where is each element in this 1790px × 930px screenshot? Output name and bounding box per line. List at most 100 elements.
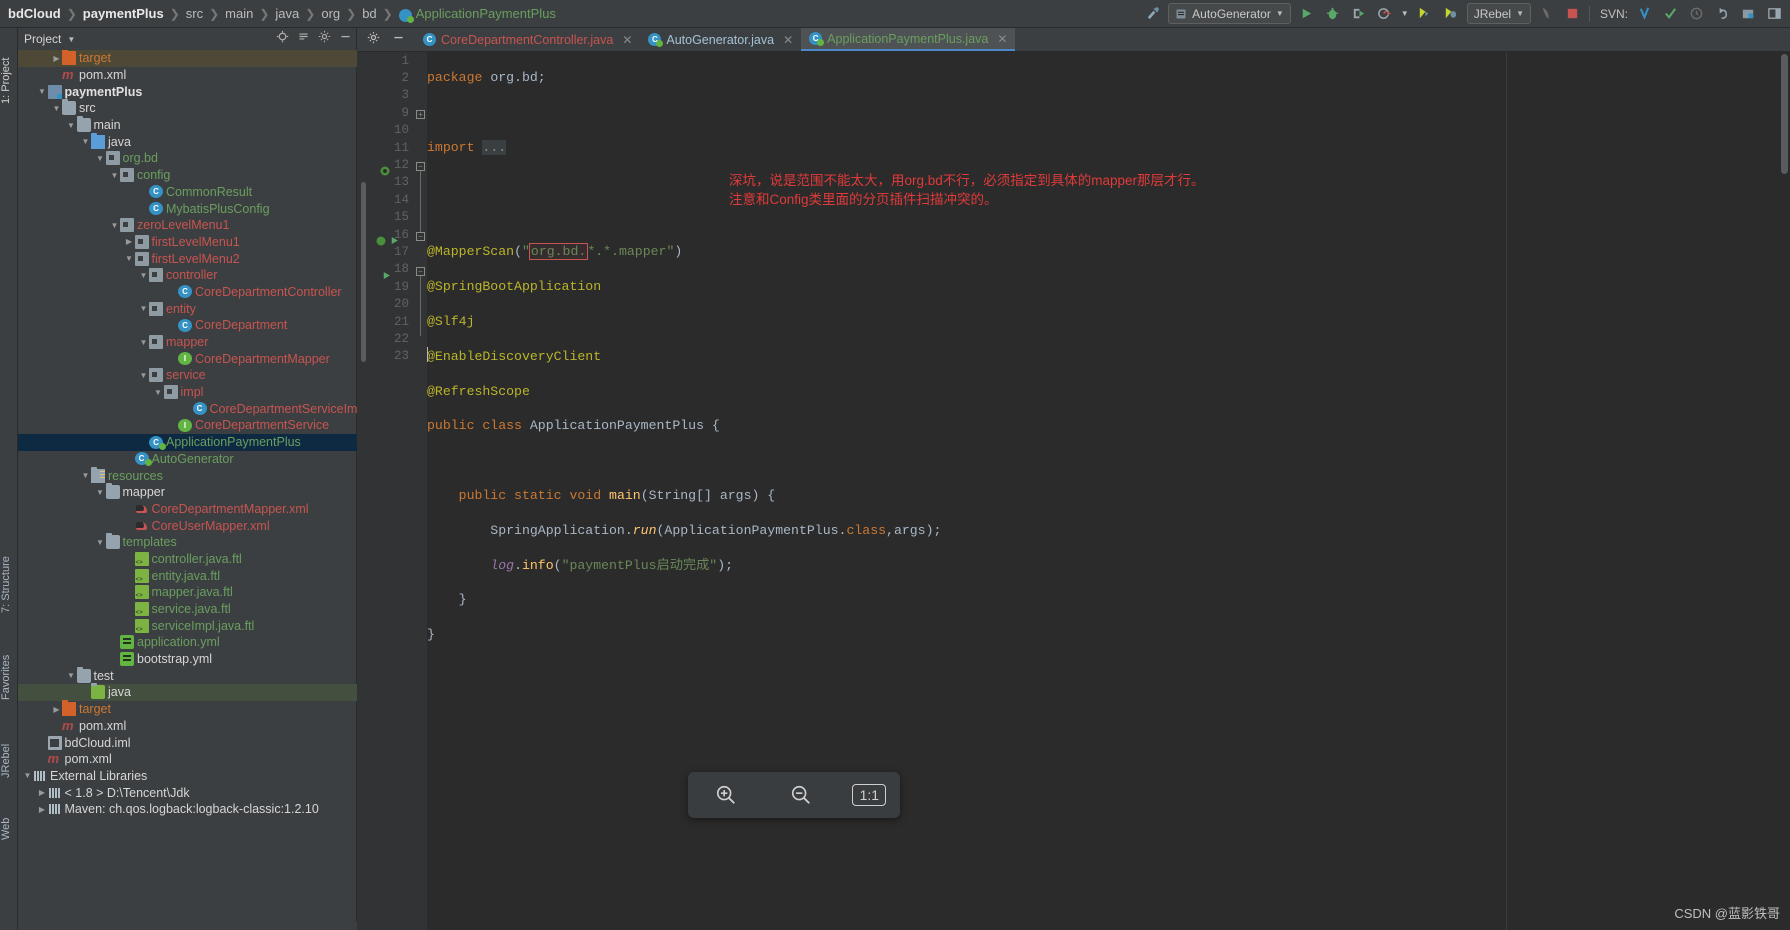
chevron-right-icon[interactable]: ▶ bbox=[37, 788, 48, 797]
tree-node[interactable]: ▼ resources bbox=[18, 466, 357, 484]
tree-node[interactable]: ▼ External Libraries bbox=[18, 768, 357, 785]
tree-node[interactable]: controller.java.ftl bbox=[18, 551, 357, 568]
chevron-down-icon[interactable]: ▼ bbox=[37, 87, 48, 96]
tree-node[interactable]: CoreDepartmentMapper.xml bbox=[18, 501, 357, 518]
chevron-right-icon[interactable]: ▶ bbox=[51, 54, 62, 63]
zoom-out-icon[interactable] bbox=[777, 779, 825, 811]
code-editor[interactable]: 1 2 3 9 10 11 12 13 14 15 16 17 18 19 20 21 22 23 bbox=[357, 52, 1790, 930]
gutter-scroll-indicator[interactable] bbox=[361, 182, 366, 362]
fold-collapse-icon[interactable] bbox=[416, 267, 425, 276]
svn-history-icon[interactable] bbox=[1686, 4, 1706, 24]
tree-node[interactable]: ▶ < 1.8 > D:\Tencent\Jdk bbox=[18, 784, 357, 801]
rail-item-web[interactable]: Web bbox=[0, 798, 18, 840]
jrebel-run-icon[interactable] bbox=[1415, 4, 1435, 24]
fold-collapse-icon[interactable] bbox=[416, 162, 425, 171]
zoom-in-icon[interactable] bbox=[702, 779, 750, 811]
chevron-down-icon[interactable]: ▼ bbox=[138, 371, 149, 380]
tree-node[interactable]: ▼ entity bbox=[18, 300, 357, 317]
tree-node[interactable]: ▼ main bbox=[18, 116, 357, 134]
tree-node[interactable]: pom.xml bbox=[18, 718, 357, 735]
breadcrumb-item-applicationpaymentplus[interactable]: ApplicationPaymentPlus bbox=[416, 6, 556, 21]
breadcrumb-item-bd[interactable]: bd bbox=[362, 6, 376, 21]
fold-collapse-icon[interactable] bbox=[416, 232, 425, 241]
tree-node[interactable]: ▼ zeroLevelMenu1 bbox=[18, 217, 357, 234]
rail-item-favorites[interactable]: Favorites bbox=[0, 628, 18, 700]
hide-icon[interactable] bbox=[339, 30, 352, 46]
chevron-right-icon[interactable]: ▶ bbox=[124, 237, 135, 246]
tree-node[interactable]: ▼ mapper bbox=[18, 483, 357, 501]
tree-node[interactable]: ▼ paymentPlus bbox=[18, 83, 357, 100]
profile-icon[interactable] bbox=[1375, 4, 1395, 24]
breadcrumb-item-org[interactable]: org bbox=[321, 6, 340, 21]
rail-item-jrebel[interactable]: JRebel bbox=[0, 718, 18, 778]
tree-node[interactable]: ▼ org.bd bbox=[18, 150, 357, 167]
chevron-down-icon[interactable]: ▼ bbox=[80, 137, 91, 146]
tree-node[interactable]: ▼ src bbox=[18, 99, 357, 117]
tree-node[interactable]: ▶ target bbox=[18, 700, 357, 718]
chevron-down-icon[interactable]: ▼ bbox=[109, 221, 120, 230]
close-icon[interactable]: ✕ bbox=[997, 32, 1007, 46]
tree-node[interactable]: AutoGenerator bbox=[18, 451, 357, 468]
tree-node[interactable]: pom.xml bbox=[18, 67, 357, 84]
tree-node[interactable]: ▼ templates bbox=[18, 533, 357, 551]
chevron-down-icon[interactable]: ▼ bbox=[51, 104, 62, 113]
spring-run-marker-icon[interactable] bbox=[375, 232, 401, 249]
chevron-down-icon[interactable]: ▼ bbox=[109, 171, 120, 180]
run-method-marker-icon[interactable] bbox=[381, 267, 407, 284]
collapse-all-icon[interactable] bbox=[297, 30, 310, 46]
chevron-down-icon[interactable]: ▼ bbox=[80, 471, 91, 480]
chevron-down-icon[interactable]: ▼ bbox=[138, 304, 149, 313]
tree-node[interactable]: ApplicationPaymentPlus bbox=[18, 433, 357, 451]
chevron-down-icon[interactable]: ▼ bbox=[22, 771, 33, 780]
tree-node[interactable]: ▶ Maven: ch.qos.logback:logback-classic:1… bbox=[18, 801, 357, 818]
tree-node[interactable]: bdCloud.iml bbox=[18, 734, 357, 751]
rail-item-structure[interactable]: 7: Structure bbox=[0, 533, 18, 613]
tree-node[interactable]: service.java.ftl bbox=[18, 601, 357, 618]
tree-node[interactable]: CoreDepartmentService bbox=[18, 417, 357, 434]
spring-bean-marker-icon[interactable] bbox=[379, 162, 405, 179]
horizontal-scrollbar[interactable] bbox=[36, 922, 375, 930]
code-folding-column[interactable] bbox=[415, 52, 427, 930]
tree-node[interactable]: ▼ firstLevelMenu2 bbox=[18, 250, 357, 267]
close-icon[interactable]: ✕ bbox=[783, 33, 793, 47]
tree-node[interactable]: java bbox=[18, 683, 357, 701]
breadcrumb-item-main[interactable]: main bbox=[225, 6, 253, 21]
debug-icon[interactable] bbox=[1323, 4, 1343, 24]
tree-node[interactable]: ▼ test bbox=[18, 666, 357, 684]
tree-node[interactable]: application.yml bbox=[18, 634, 357, 651]
tree-node[interactable]: CommonResult bbox=[18, 184, 357, 201]
chevron-down-icon[interactable]: ▼ bbox=[66, 671, 77, 680]
chevron-down-icon[interactable]: ▼ bbox=[124, 254, 135, 263]
tree-node[interactable]: ▶ target bbox=[18, 50, 357, 67]
tree-node[interactable]: entity.java.ftl bbox=[18, 567, 357, 584]
build-icon[interactable] bbox=[1142, 4, 1162, 24]
tree-node[interactable]: CoreDepartmentController bbox=[18, 284, 357, 301]
tree-node[interactable]: ▼ controller bbox=[18, 267, 357, 284]
locate-icon[interactable] bbox=[276, 30, 289, 46]
editor-tab-autogenerator[interactable]: AutoGenerator.java ✕ bbox=[640, 28, 801, 51]
chevron-down-icon[interactable]: ▼ bbox=[95, 488, 106, 497]
breadcrumb-item-bdcloud[interactable]: bdCloud bbox=[8, 6, 61, 21]
vertical-scrollbar[interactable] bbox=[1781, 54, 1788, 174]
close-icon[interactable]: ✕ bbox=[622, 33, 632, 47]
tree-node[interactable]: ▼ impl bbox=[18, 384, 357, 401]
jrebel-debug-icon[interactable] bbox=[1441, 4, 1461, 24]
breadcrumb-item-java[interactable]: java bbox=[275, 6, 299, 21]
tree-node[interactable]: pom.xml bbox=[18, 751, 357, 768]
tree-node[interactable]: bootstrap.yml bbox=[18, 651, 357, 668]
tree-node[interactable]: ▶ firstLevelMenu1 bbox=[18, 234, 357, 251]
actual-size-button[interactable]: 1:1 bbox=[852, 784, 887, 806]
tree-node[interactable]: mapper.java.ftl bbox=[18, 584, 357, 601]
attach-icon[interactable] bbox=[1537, 4, 1557, 24]
chevron-down-icon[interactable]: ▼ bbox=[66, 121, 77, 130]
breadcrumb-item-paymentplus[interactable]: paymentPlus bbox=[83, 6, 164, 21]
minimize-icon[interactable] bbox=[392, 31, 405, 49]
editor-tab-coredepartmentcontroller[interactable]: CoreDepartmentController.java ✕ bbox=[415, 28, 640, 51]
chevron-down-icon[interactable]: ▼ bbox=[153, 388, 164, 397]
chevron-right-icon[interactable]: ▶ bbox=[51, 705, 62, 714]
chevron-down-icon[interactable]: ▼ bbox=[1401, 9, 1409, 18]
tree-node[interactable]: CoreUserMapper.xml bbox=[18, 517, 357, 534]
tree-node[interactable]: ▼ mapper bbox=[18, 334, 357, 351]
project-structure-icon[interactable] bbox=[1738, 4, 1758, 24]
run-configuration-selector[interactable]: AutoGenerator ▼ bbox=[1168, 3, 1291, 24]
